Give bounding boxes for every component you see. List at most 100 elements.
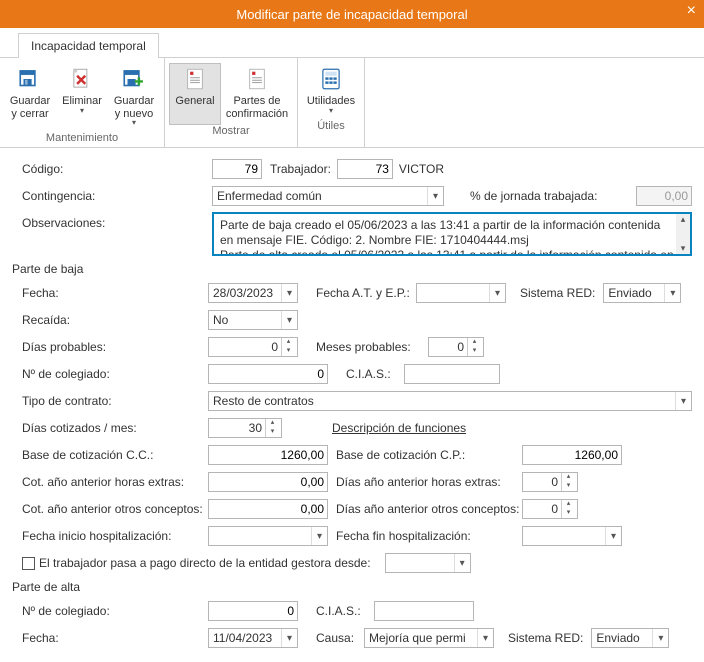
dias-horas-label: Días año anterior horas extras: [336,475,522,489]
spin-up-icon[interactable]: ▴ [282,338,295,347]
sistema-red-alta-combo[interactable]: Enviado ▾ [591,628,669,648]
fecha-at-ep-label: Fecha A.T. y E.P.: [316,286,416,300]
tab-label: Incapacidad temporal [31,39,146,53]
n-colegiado-baja-input[interactable] [208,364,328,384]
fecha-fin-hosp-input[interactable]: ▾ [522,526,622,546]
base-cp-input[interactable] [522,445,622,465]
close-icon[interactable]: × [687,2,696,20]
dias-cotizados-label: Días cotizados / mes: [12,421,208,435]
pago-directo-fecha-input[interactable]: ▾ [385,553,471,573]
chevron-down-icon[interactable]: ▾ [605,527,621,545]
chevron-down-icon[interactable]: ▾ [281,284,297,302]
spin-down-icon[interactable]: ▾ [282,347,295,356]
chevron-down-icon[interactable]: ▾ [664,284,680,302]
fecha-ini-hosp-input[interactable]: ▾ [208,526,328,546]
fecha-baja-input[interactable]: 28/03/2023 ▾ [208,283,298,303]
pago-directo-checkbox[interactable] [22,557,35,570]
dias-probables-label: Días probables: [12,340,208,354]
recaida-label: Recaída: [12,313,208,327]
chevron-down-icon[interactable]: ▾ [489,284,505,302]
tab-incapacidad-temporal[interactable]: Incapacidad temporal [18,33,159,58]
dias-horas-input[interactable]: 0 ▴▾ [522,472,578,492]
cias-alta-input[interactable] [374,601,474,621]
tipo-contrato-combo[interactable]: Resto de contratos ▾ [208,391,692,411]
cot-otros-input[interactable] [208,499,328,519]
fecha-alta-label: Fecha: [12,631,208,645]
spin-down-icon[interactable]: ▾ [562,482,575,491]
cias-alta-label: C.I.A.S.: [316,604,374,618]
observaciones-label: Observaciones: [12,212,212,230]
document-icon [181,66,209,92]
contingencia-label: Contingencia: [12,189,212,203]
delete-icon [68,66,96,92]
sistema-red-baja-label: Sistema RED: [520,286,595,300]
fecha-alta-input[interactable]: 11/04/2023 ▾ [208,628,298,648]
spin-down-icon[interactable]: ▾ [562,509,575,518]
chevron-down-icon[interactable]: ▾ [281,311,297,329]
trabajador-num-input[interactable] [337,159,393,179]
recaida-combo[interactable]: No ▾ [208,310,298,330]
chevron-down-icon: ▾ [80,106,84,115]
meses-probables-input[interactable]: 0 ▴▾ [428,337,484,357]
contingencia-combo[interactable]: Enfermedad común ▾ [212,186,444,206]
cot-horas-input[interactable] [208,472,328,492]
dias-otros-label: Días año anterior otros conceptos: [336,502,522,516]
chevron-down-icon[interactable]: ▾ [427,187,443,205]
chevron-down-icon[interactable]: ▾ [652,629,668,647]
save-new-button[interactable]: Guardar y nuevo ▾ [108,63,160,132]
chevron-down-icon[interactable]: ▾ [477,629,493,647]
fecha-at-ep-input[interactable]: ▾ [416,283,506,303]
cias-baja-input[interactable] [404,364,500,384]
chevron-down-icon[interactable]: ▾ [311,527,327,545]
scroll-up-icon[interactable]: ▴ [676,214,690,225]
cot-horas-label: Cot. año anterior horas extras: [12,475,208,489]
utilidades-button[interactable]: Utilidades ▾ [302,63,360,120]
dias-cotizados-input[interactable]: 30 ▴▾ [208,418,282,438]
spin-down-icon[interactable]: ▾ [468,347,481,356]
codigo-input[interactable] [212,159,262,179]
spin-up-icon[interactable]: ▴ [562,473,575,482]
ribbon-group-label: Mostrar [212,125,249,140]
spin-up-icon[interactable]: ▴ [562,500,575,509]
dias-otros-input[interactable]: 0 ▴▾ [522,499,578,519]
n-colegiado-alta-input[interactable] [208,601,298,621]
chevron-down-icon: ▾ [329,106,333,115]
chevron-down-icon: ▾ [132,118,136,127]
spin-down-icon[interactable]: ▾ [266,428,279,437]
pct-jornada-input [636,186,692,206]
general-button[interactable]: General [169,63,221,125]
sistema-red-baja-combo[interactable]: Enviado ▾ [603,283,681,303]
save-close-icon [16,66,44,92]
partes-confirmacion-button[interactable]: Partes de confirmación [221,63,293,125]
pago-directo-label: El trabajador pasa a pago directo de la … [39,556,371,570]
spin-up-icon[interactable]: ▴ [468,338,481,347]
delete-button[interactable]: Eliminar ▾ [56,63,108,132]
descripcion-funciones-link[interactable]: Descripción de funciones [332,421,466,435]
base-cc-input[interactable] [208,445,328,465]
chevron-down-icon[interactable]: ▾ [281,629,297,647]
observaciones-textarea[interactable]: Parte de baja creado el 05/06/2023 a las… [212,212,692,256]
n-colegiado-baja-label: Nº de colegiado: [12,367,208,381]
spin-up-icon[interactable]: ▴ [266,419,279,428]
trabajador-nombre: VICTOR [399,162,444,176]
window-title: Modificar parte de incapacidad temporal [0,7,704,22]
meses-probables-label: Meses probables: [316,340,428,354]
ribbon: Guardar y cerrar Eliminar ▾ Guardar [0,58,704,148]
trabajador-label: Trabajador: [270,162,331,176]
causa-combo[interactable]: Mejoría que permi ▾ [364,628,494,648]
cot-otros-label: Cot. año anterior otros conceptos: [12,502,208,516]
save-close-button[interactable]: Guardar y cerrar [4,63,56,132]
fecha-ini-hosp-label: Fecha inicio hospitalización: [12,529,208,543]
chevron-down-icon[interactable]: ▾ [454,554,470,572]
tipo-contrato-label: Tipo de contrato: [12,394,208,408]
scrollbar[interactable]: ▴ ▾ [676,214,690,254]
scroll-down-icon[interactable]: ▾ [676,243,690,254]
dias-probables-input[interactable]: 0 ▴▾ [208,337,298,357]
section-parte-alta: Parte de alta [12,580,692,594]
title-bar: Modificar parte de incapacidad temporal … [0,0,704,28]
base-cp-label: Base de cotización C.P.: [336,448,522,462]
ribbon-group-label: Útiles [317,120,345,135]
chevron-down-icon[interactable]: ▾ [675,392,691,410]
ribbon-group-mantenimiento: Guardar y cerrar Eliminar ▾ Guardar [0,58,165,147]
codigo-label: Código: [12,162,212,176]
